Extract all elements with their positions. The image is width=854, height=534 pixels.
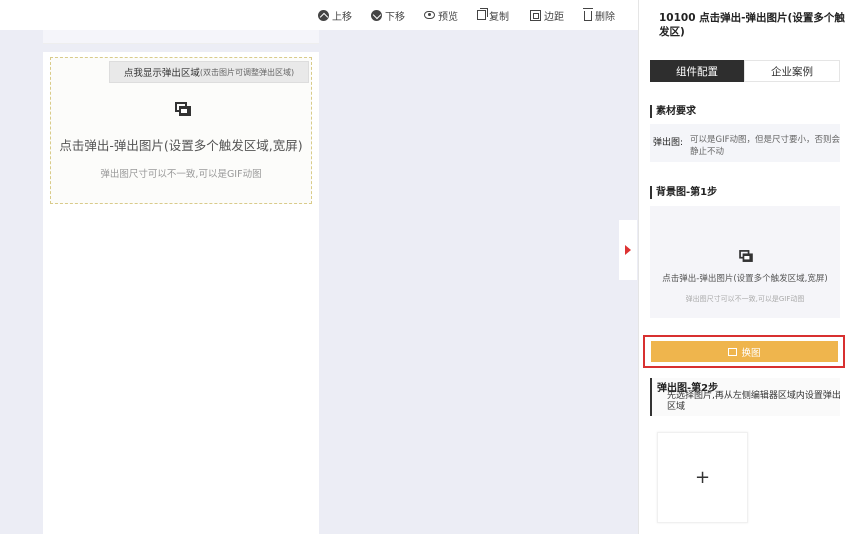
background-preview-note: 弹出图尺寸可以不一致,可以是GIF动图 <box>685 295 805 303</box>
image-icon <box>739 250 753 262</box>
preview-button[interactable]: 预览 <box>424 7 458 23</box>
move-down-button[interactable]: 下移 <box>371 7 405 23</box>
module-note: 弹出图尺寸可以不一致,可以是GIF动图 <box>100 169 262 180</box>
tab-enterprise-cases[interactable]: 企业案例 <box>744 60 840 82</box>
canvas-top-strip <box>43 30 319 44</box>
requirements-label: 弹出图: <box>653 138 684 148</box>
show-popup-area-label: 点我显示弹出区域 <box>123 68 200 79</box>
requirements-heading: 素材要求 <box>650 105 696 118</box>
module-title: 点击弹出-弹出图片(设置多个触发区域,宽屏) <box>59 138 303 153</box>
move-down-label: 下移 <box>385 11 405 23</box>
step2-text: 先选择图片,再从左侧编辑器区域内设置弹出区域 <box>667 391 841 412</box>
replace-image-label: 换图 <box>741 347 761 359</box>
top-toolbar: 上移 下移 预览 复制 边距 删除 <box>0 0 638 30</box>
delete-button[interactable]: 删除 <box>583 7 615 23</box>
requirements-text: 可以是GIF动图，但是尺寸要小，否则会静止不动 <box>690 135 840 157</box>
move-up-button[interactable]: 上移 <box>318 7 352 23</box>
popup-image-module[interactable]: 点我显示弹出区域 (双击图片可调整弹出区域) 点击弹出-弹出图片(设置多个触发区… <box>50 57 312 204</box>
collapse-panel-handle[interactable] <box>619 220 637 280</box>
copy-label: 复制 <box>489 11 509 23</box>
trash-icon <box>583 8 593 21</box>
tab-component-config[interactable]: 组件配置 <box>650 60 744 82</box>
copy-button[interactable]: 复制 <box>477 7 509 23</box>
eye-icon <box>424 11 435 19</box>
plus-icon: + <box>694 467 711 488</box>
margin-icon <box>530 9 541 21</box>
copy-icon <box>477 8 488 20</box>
upload-image-button[interactable]: + <box>657 432 748 523</box>
panel-title: 10100 点击弹出-弹出图片(设置多个触发区) <box>659 12 845 38</box>
image-icon <box>175 102 191 116</box>
replace-image-button[interactable]: 换图 <box>651 341 838 362</box>
arrow-down-icon <box>371 9 382 21</box>
margin-label: 边距 <box>544 11 564 23</box>
margin-button[interactable]: 边距 <box>530 7 564 23</box>
show-popup-area-hint: (双击图片可调整弹出区域) <box>199 67 295 77</box>
background-image-preview[interactable]: 点击弹出-弹出图片(设置多个触发区域,宽屏) 弹出图尺寸可以不一致,可以是GIF… <box>650 206 840 318</box>
preview-label: 预览 <box>438 11 458 23</box>
delete-label: 删除 <box>595 11 615 23</box>
editor-canvas: 点我显示弹出区域 (双击图片可调整弹出区域) 点击弹出-弹出图片(设置多个触发区… <box>43 52 319 534</box>
panel-tabs: 组件配置 企业案例 <box>650 60 840 82</box>
requirements-box: 弹出图: 可以是GIF动图，但是尺寸要小，否则会静止不动 <box>650 124 840 162</box>
move-up-label: 上移 <box>332 11 352 23</box>
arrow-up-icon <box>318 9 329 21</box>
show-popup-area-button[interactable]: 点我显示弹出区域 (双击图片可调整弹出区域) <box>109 61 309 83</box>
background-heading: 背景图-第1步 <box>650 186 717 199</box>
step2-section: 弹出图-第2步 先选择图片,再从左侧编辑器区域内设置弹出区域 <box>650 378 841 416</box>
image-icon <box>728 347 738 356</box>
background-preview-title: 点击弹出-弹出图片(设置多个触发区域,宽屏) <box>662 274 828 284</box>
